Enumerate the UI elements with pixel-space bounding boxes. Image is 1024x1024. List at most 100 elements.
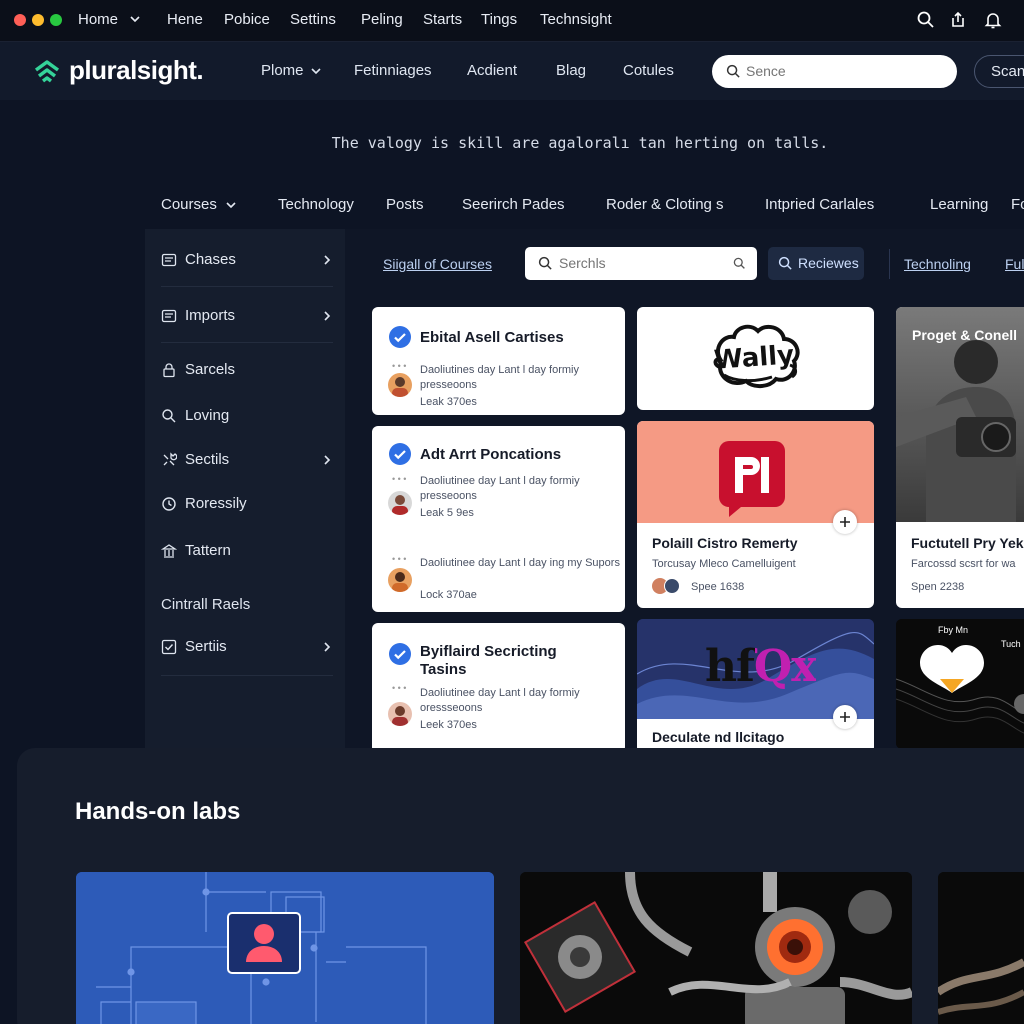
nav-fetinniages[interactable]: Fetinniages: [354, 62, 432, 79]
share-icon[interactable]: [948, 10, 968, 30]
sidebar-item-label: Sarcels: [185, 361, 236, 378]
pluralsight-logo-icon[interactable]: [33, 58, 61, 86]
course-title: Byiflaird Secricting Tasins: [420, 643, 557, 678]
sidebar-item-imports[interactable]: Imports: [161, 304, 333, 328]
scan-button[interactable]: Scan: [974, 55, 1024, 88]
category-roder-cloting[interactable]: Roder & Cloting s: [606, 196, 724, 213]
sidebar-item-sarcels[interactable]: Sarcels: [161, 358, 333, 382]
course-meta: Lock 370ae: [420, 589, 477, 601]
all-courses-link[interactable]: Siigall of Courses: [383, 256, 492, 272]
promo-title: Deculate nd llcitago: [652, 729, 785, 745]
full-link[interactable]: Full: [1005, 256, 1024, 272]
category-technology[interactable]: Technology: [278, 196, 354, 213]
chevron-right-icon: [321, 253, 333, 267]
course-meta: Leek 370es: [420, 719, 477, 731]
header-search-input[interactable]: [746, 61, 946, 81]
category-posts[interactable]: Posts: [386, 196, 424, 213]
lab-card[interactable]: [938, 872, 1024, 1024]
chevron-down-icon[interactable]: [128, 12, 148, 32]
feature-caption-left: Fby Mn: [938, 625, 969, 635]
window-titlebar: Home Hene Pobice Settins Peling Starts T…: [0, 0, 1024, 42]
add-icon[interactable]: [833, 705, 857, 729]
check-circle-icon: [388, 325, 412, 349]
list-icon: [161, 252, 177, 268]
promo-logo-text: hfQx: [705, 641, 817, 692]
sidebar-item-chases[interactable]: Chases: [161, 248, 333, 272]
sidebar-item-label: Imports: [185, 307, 236, 324]
menu-tings[interactable]: Tings: [481, 11, 517, 28]
add-icon[interactable]: [833, 510, 857, 534]
tagline: The valogy is skill are agaloralı tan he…: [331, 134, 829, 152]
search-icon: [161, 408, 177, 424]
nav-plome[interactable]: Plome: [261, 62, 304, 79]
category-intpried-carlales[interactable]: Intpried Carlales: [765, 196, 874, 213]
menu-peling[interactable]: Peling: [361, 11, 403, 28]
promo-card[interactable]: Polaill Cistro Remerty Torcusay Mleco Ca…: [637, 421, 874, 608]
menu-starts[interactable]: Starts: [423, 11, 462, 28]
nav-blag[interactable]: Blag: [556, 62, 586, 79]
category-fo[interactable]: Fo: [1011, 196, 1024, 213]
window-maximize-button[interactable]: [50, 14, 62, 26]
chevron-down-icon[interactable]: [310, 65, 322, 77]
avatar: [388, 491, 412, 515]
technology-link[interactable]: Technoling: [904, 256, 971, 272]
promo-card[interactable]: Wally: [637, 307, 874, 410]
search-icon: [726, 64, 741, 79]
course-description: Daoliutinee day Lant l day ing my Supors: [420, 557, 620, 569]
toolbar-divider: [889, 249, 890, 279]
avatar: [664, 578, 680, 594]
course-description: Daoliutines day Lant l day formiy presse…: [420, 364, 579, 391]
engine-image: [520, 872, 912, 1024]
brand-name[interactable]: pluralsight.: [69, 55, 204, 86]
sidebar-item-roressily[interactable]: Roressily: [161, 492, 333, 516]
category-learning[interactable]: Learning: [930, 196, 988, 213]
reviews-button[interactable]: Reciewes: [768, 247, 864, 280]
clock-icon: [161, 496, 177, 512]
course-card[interactable]: Ebital Asell Cartises • • • Daoliutines …: [372, 307, 625, 415]
avatar: [388, 373, 412, 397]
search-submit-icon[interactable]: [733, 257, 746, 270]
search-icon[interactable]: [916, 10, 936, 30]
feature-overlay-title: Proget & Conell: [912, 327, 1018, 343]
feature-meta: Spen 2238: [911, 581, 965, 593]
sidebar-item-sertiis[interactable]: Sertiis: [161, 635, 333, 659]
feature-card[interactable]: Proget & Conell Fuctutell Pry Yek Farcos…: [896, 307, 1024, 608]
category-courses[interactable]: Courses: [161, 196, 217, 213]
menu-home[interactable]: Home: [78, 11, 118, 28]
course-card[interactable]: Byiflaird Secricting Tasins • • • Daoliu…: [372, 623, 625, 753]
course-description: Daoliutinee day Lant l day formiy oresss…: [420, 687, 580, 714]
menu-technsight[interactable]: Technsight: [540, 11, 612, 28]
sidebar-item-loving[interactable]: Loving: [161, 404, 333, 428]
promo-meta: Spee 1638: [691, 581, 745, 593]
more-dots: • • •: [392, 474, 407, 484]
lab-card[interactable]: [520, 872, 912, 1024]
sidebar-item-tattern[interactable]: Tattern: [161, 539, 333, 563]
logo-text: hfQx: [705, 641, 817, 692]
labs-title: Hands-on labs: [75, 798, 241, 825]
course-search[interactable]: [525, 247, 757, 280]
nav-cotules[interactable]: Cotules: [623, 62, 674, 79]
feature-title: Fuctutell Pry Yek: [911, 535, 1024, 551]
sidebar-item-sectils[interactable]: Sectils: [161, 448, 333, 472]
menu-settins[interactable]: Settins: [290, 11, 336, 28]
feature-card[interactable]: Fby Mn Tuch: [896, 619, 1024, 749]
lab-card[interactable]: [76, 872, 494, 1024]
window-close-button[interactable]: [14, 14, 26, 26]
promo-logo-text: Wally: [713, 340, 796, 376]
course-title: Adt Arrt Poncations: [420, 446, 562, 463]
nav-acdient[interactable]: Acdient: [467, 62, 517, 79]
course-card[interactable]: Adt Arrt Poncations • • • Daoliutinee da…: [372, 426, 625, 612]
promo-title: Polaill Cistro Remerty: [652, 535, 798, 551]
chevron-right-icon: [321, 640, 333, 654]
menu-hene[interactable]: Hene: [167, 11, 203, 28]
promo-card[interactable]: hfQx Deculate nd llcitago: [637, 619, 874, 753]
check-circle-icon: [388, 442, 412, 466]
sidebar-divider: [161, 675, 333, 676]
category-search-pades[interactable]: Seerirch Pades: [462, 196, 565, 213]
header-search[interactable]: [712, 55, 957, 88]
menu-pobice[interactable]: Pobice: [224, 11, 270, 28]
chevron-down-icon[interactable]: [225, 199, 237, 211]
course-search-input[interactable]: [559, 253, 719, 273]
bell-icon[interactable]: [983, 10, 1003, 30]
window-minimize-button[interactable]: [32, 14, 44, 26]
